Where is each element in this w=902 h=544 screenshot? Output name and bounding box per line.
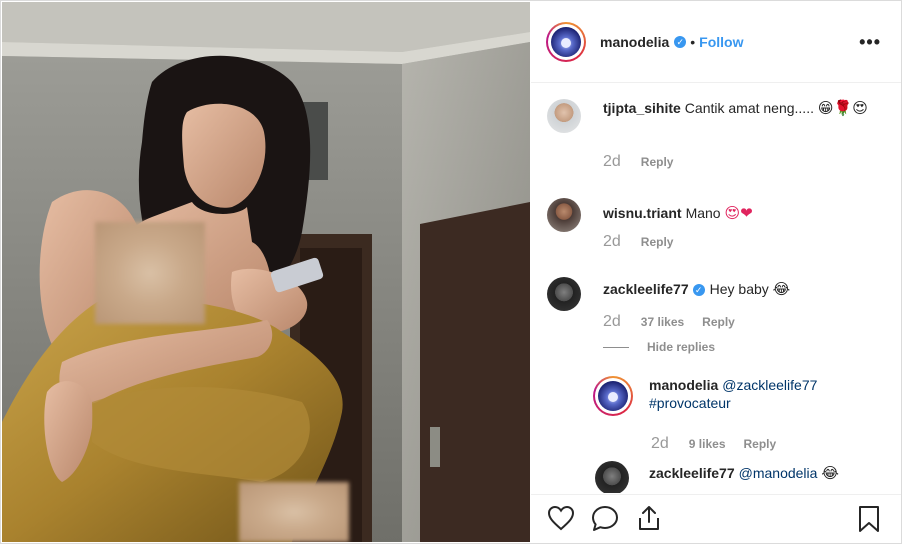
comment-body: Hey baby [709,281,769,297]
reply-username[interactable]: zackleelife77 [649,465,735,481]
comment-text: zackleelife77 ✓ Hey baby 😂 [603,277,873,311]
reply-item: zackleelife77 @manodelia 😂 [595,461,869,493]
verified-badge-icon: ✓ [674,36,687,48]
reply-meta: 2d 9 likes Reply [651,435,776,453]
comment-meta: 2d 37 likes Reply [603,313,735,331]
avatar[interactable] [593,376,633,416]
comment-text: tjipta_sihite Cantik amat neng..... 😁🌹😍 [603,99,873,133]
comment-meta: 2d Reply [603,153,673,171]
reply-button[interactable]: Reply [641,155,674,169]
mention-link[interactable]: @manodelia [739,465,818,481]
reply-text: zackleelife77 @manodelia 😂 [649,461,869,493]
avatar[interactable] [546,22,586,62]
avatar-image [598,381,628,411]
comment-username[interactable]: tjipta_sihite [603,100,681,116]
mention-link[interactable]: @zackleelife77 [722,377,817,393]
post-photo[interactable] [2,2,530,542]
avatar[interactable] [547,277,581,311]
reply-item: manodelia @zackleelife77 #provocateur [593,376,859,416]
bookmark-icon[interactable] [857,505,881,533]
share-icon[interactable] [635,504,663,532]
reply-emoji: 😂 [821,464,839,482]
comment-username[interactable]: zackleelife77 [603,281,689,297]
photo-scene [2,2,530,542]
follow-button[interactable]: Follow [699,34,743,50]
comment-time[interactable]: 2d [603,313,621,331]
comment-body: Mano [685,205,721,221]
comment-emoji: 😁🌹😍 [817,99,868,117]
hashtag-link[interactable]: #provocateur [649,395,731,411]
verified-badge-icon: ✓ [692,284,705,297]
comment-username[interactable]: wisnu.triant [603,205,682,221]
post-window: manodelia ✓ • Follow ••• tjipta_sihite Ca… [0,0,902,544]
comment-item: zackleelife77 ✓ Hey baby 😂 [547,277,873,311]
likes-count[interactable]: 9 likes [689,437,726,451]
comment-time[interactable]: 2d [603,153,621,171]
reply-button[interactable]: Reply [641,235,674,249]
hide-replies-button[interactable]: Hide replies [603,340,715,354]
action-bar [531,494,901,542]
comment-emoji: 😂 [772,280,791,298]
divider-line [603,346,629,348]
reply-button[interactable]: Reply [744,437,777,451]
avatar[interactable] [547,99,581,133]
avatar[interactable] [547,198,581,232]
comments-list: tjipta_sihite Cantik amat neng..... 😁🌹😍 2… [531,83,901,493]
post-header: manodelia ✓ • Follow ••• [531,2,901,83]
heart-icon[interactable] [547,505,575,531]
reply-username[interactable]: manodelia [649,377,718,393]
comment-meta: 2d Reply [603,233,673,251]
avatar-image [551,27,581,57]
likes-count[interactable]: 37 likes [641,315,684,329]
comment-emoji: 😍❤ [724,204,753,222]
blur-censor-box [95,222,205,324]
avatar[interactable] [595,461,629,493]
more-options-icon[interactable]: ••• [859,32,881,53]
comment-text: wisnu.triant Mano 😍❤ [603,198,873,232]
comment-time[interactable]: 2d [603,233,621,251]
reply-text: manodelia @zackleelife77 #provocateur [649,376,859,416]
blur-censor-box [239,482,349,542]
hide-replies-label: Hide replies [647,340,716,354]
post-username[interactable]: manodelia [600,34,669,50]
reply-time[interactable]: 2d [651,435,669,453]
comments-panel: manodelia ✓ • Follow ••• tjipta_sihite Ca… [531,2,901,542]
separator-dot: • [690,34,696,50]
comment-body: Cantik amat neng..... [684,100,814,116]
comment-item: wisnu.triant Mano 😍❤ [547,198,873,232]
reply-button[interactable]: Reply [702,315,735,329]
comment-item: tjipta_sihite Cantik amat neng..... 😁🌹😍 [547,99,873,133]
comment-icon[interactable] [591,504,619,532]
